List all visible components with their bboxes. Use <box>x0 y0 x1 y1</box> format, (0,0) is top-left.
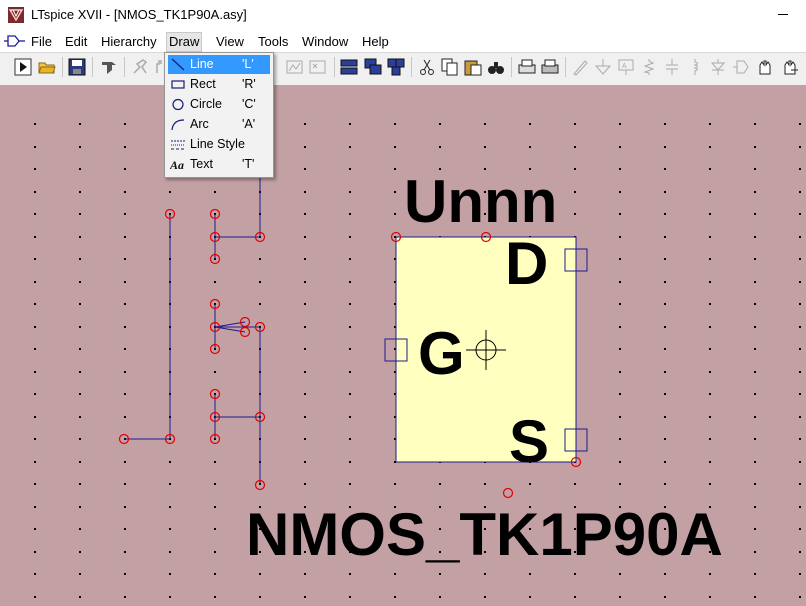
title-bar: LTspice XVII - [NMOS_TK1P90A.asy] <box>0 0 806 30</box>
pin-g-label[interactable]: G <box>418 320 465 387</box>
line-icon <box>171 58 185 71</box>
svg-text:A: A <box>622 63 627 70</box>
symbol-value-label[interactable]: Unnn <box>404 168 557 235</box>
menu-hierarchy[interactable]: Hierarchy <box>99 33 159 51</box>
paste-icon[interactable] <box>464 58 482 76</box>
halt-icon[interactable] <box>131 58 149 76</box>
find-icon[interactable] <box>487 58 505 76</box>
svg-text:Aa: Aa <box>170 158 184 172</box>
inductor-icon[interactable] <box>686 58 704 76</box>
mosfet-graphic[interactable] <box>124 170 261 485</box>
draw-menu-item-line-style[interactable]: Line Style <box>168 135 270 154</box>
rect-icon <box>171 80 185 89</box>
control-panel-icon[interactable] <box>100 58 118 76</box>
line-style-icon <box>171 140 185 150</box>
tile-icon[interactable] <box>387 58 405 76</box>
move-icon[interactable] <box>756 58 774 76</box>
circle-icon <box>172 98 184 111</box>
draw-menu-item-circle[interactable]: Circle 'C' <box>168 95 270 114</box>
diode-icon[interactable] <box>709 58 727 76</box>
minimize-button[interactable] <box>778 14 788 15</box>
menu-file[interactable]: File <box>29 33 54 51</box>
ltspice-app-icon <box>8 7 24 23</box>
draw-menu-item-line[interactable]: Line 'L' <box>168 55 270 74</box>
print-icon[interactable] <box>541 58 559 76</box>
save-icon[interactable] <box>68 58 86 76</box>
open-icon[interactable] <box>38 58 56 76</box>
copy-icon[interactable] <box>441 58 459 76</box>
symbol-name-label[interactable]: NMOS_TK1P90A <box>246 501 723 568</box>
menu-view[interactable]: View <box>214 33 246 51</box>
capacitor-icon[interactable] <box>663 58 681 76</box>
zoom-full-icon[interactable] <box>286 58 304 76</box>
menu-edit[interactable]: Edit <box>63 33 89 51</box>
text-icon: Aa <box>170 158 184 172</box>
menu-window[interactable]: Window <box>300 33 350 51</box>
zoom-out-icon[interactable] <box>309 58 327 76</box>
pin-d-label[interactable]: D <box>505 230 548 297</box>
menu-tools[interactable]: Tools <box>256 33 290 51</box>
window-title: LTspice XVII - [NMOS_TK1P90A.asy] <box>31 7 247 22</box>
component-icon[interactable] <box>732 58 750 76</box>
cascade-icon[interactable] <box>364 58 382 76</box>
print-preview-icon[interactable] <box>518 58 536 76</box>
draw-menu-item-text[interactable]: Aa Text 'T' <box>168 155 270 174</box>
arc-icon <box>171 119 185 131</box>
menu-help[interactable]: Help <box>360 33 391 51</box>
draw-menu-dropdown: Line 'L' Rect 'R' Circle 'C' Arc 'A' Lin… <box>164 52 274 178</box>
wire-icon[interactable] <box>571 58 589 76</box>
resistor-icon[interactable] <box>640 58 658 76</box>
cut-icon[interactable] <box>418 58 436 76</box>
label-icon[interactable]: A <box>617 58 635 76</box>
menu-draw[interactable]: Draw <box>166 32 203 52</box>
pin-s-label[interactable]: S <box>509 408 549 475</box>
draw-menu-item-arc[interactable]: Arc 'A' <box>168 115 270 134</box>
document-system-menu-icon[interactable] <box>4 34 26 48</box>
ground-icon[interactable] <box>594 58 612 76</box>
schematic-canvas[interactable]: Unnn D G S NMOS_TK1P90A <box>0 85 806 606</box>
symbol-editor-drawing: Unnn D G S NMOS_TK1P90A <box>34 123 801 598</box>
tile-vertical-icon[interactable] <box>340 58 358 76</box>
draw-menu-item-rect[interactable]: Rect 'R' <box>168 75 270 94</box>
run-icon[interactable] <box>14 58 32 76</box>
drag-icon[interactable] <box>781 58 799 76</box>
